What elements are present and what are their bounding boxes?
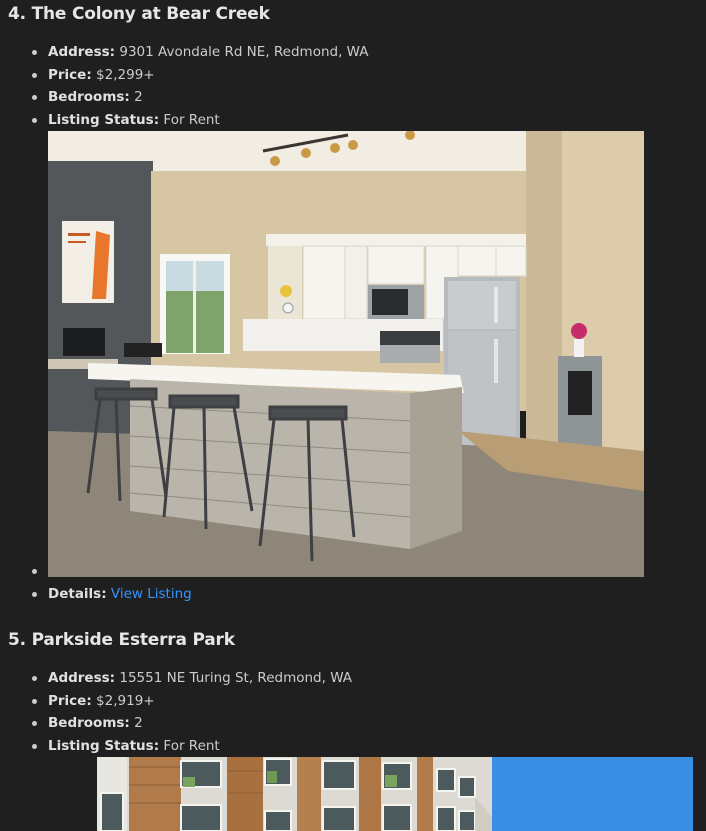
address-value: 15551 NE Turing St, Redmond, WA [119,670,353,686]
listing-4-bedrooms: Bedrooms: 2 [0,86,369,109]
price-label: Price: [48,66,92,83]
bedrooms-label: Bedrooms: [48,715,130,731]
listing-5-bedrooms: Bedrooms: 2 [0,712,352,735]
listing-4-heading: 4. The Colony at Bear Creek [8,4,270,24]
price-label: Price: [48,692,92,709]
address-value: 9301 Avondale Rd NE, Redmond, WA [119,44,369,60]
listing-5-heading: 5. Parkside Esterra Park [8,630,235,650]
listing-4-status: Listing Status: For Rent [0,109,369,132]
empty-list-bullet [32,569,37,574]
status-label: Listing Status: [48,737,160,754]
address-label: Address: [48,44,116,60]
listing-5-status: Listing Status: For Rent [0,735,352,758]
listing-4-details-item: Details: View Listing [0,583,192,606]
listing-5-address: Address: 15551 NE Turing St, Redmond, WA [0,667,352,690]
view-listing-link[interactable]: View Listing [111,586,192,602]
listing-4-properties: Address: 9301 Avondale Rd NE, Redmond, W… [0,41,369,131]
status-label: Listing Status: [48,111,160,128]
status-value: For Rent [163,737,220,754]
listing-5-properties: Address: 15551 NE Turing St, Redmond, WA… [0,667,352,757]
price-value: $2,919+ [96,692,155,709]
bedrooms-value: 2 [134,715,143,731]
details-label: Details: [48,586,107,602]
status-value: For Rent [163,111,220,128]
address-label: Address: [48,670,116,686]
bedrooms-value: 2 [134,89,143,105]
listing-5-price: Price: $2,919+ [0,690,352,713]
listing-4-address: Address: 9301 Avondale Rd NE, Redmond, W… [0,41,369,64]
price-value: $2,299+ [96,66,155,83]
bedrooms-label: Bedrooms: [48,89,130,105]
building-photo [97,757,693,831]
listing-4-details: Details: View Listing [0,583,192,606]
listing-4-price: Price: $2,299+ [0,64,369,87]
kitchen-photo [48,131,644,577]
